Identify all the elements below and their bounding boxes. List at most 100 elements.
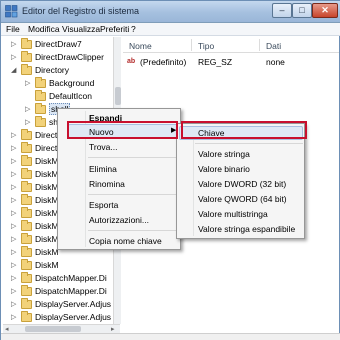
folder-icon — [21, 51, 32, 62]
tree-item-label: DiskM — [35, 195, 59, 205]
tree-item[interactable]: DefaultIcon — [3, 90, 119, 103]
expand-arrow-icon[interactable]: ▷ — [11, 170, 19, 179]
submenu-item-valore-qword[interactable]: Valore QWORD (64 bit) — [198, 194, 287, 204]
folder-icon — [21, 285, 32, 296]
folder-icon — [21, 272, 32, 283]
column-separator[interactable] — [191, 39, 192, 51]
expand-arrow-icon[interactable]: ▷ — [11, 209, 19, 218]
folder-icon — [21, 38, 32, 49]
folder-icon — [35, 77, 46, 88]
expand-arrow-icon[interactable]: ▷ — [11, 131, 19, 140]
tree-item-label: DiskM — [35, 182, 59, 192]
tree-item-label: DiskM — [35, 208, 59, 218]
submenu-nuovo: Chiave Valore stringa Valore binario Val… — [176, 123, 305, 239]
menu-modifica[interactable]: Modifica — [28, 24, 60, 34]
menu-file[interactable]: File — [6, 24, 20, 34]
expand-arrow-icon[interactable]: ◢ — [11, 66, 19, 75]
tree-item-label: DiskM — [35, 234, 59, 244]
tree-item[interactable]: ▷ DispatchMapper.Di — [3, 285, 119, 298]
menu-help[interactable]: ? — [131, 24, 136, 34]
folder-icon — [21, 246, 32, 257]
menu-item-esporta[interactable]: Esporta — [89, 200, 118, 210]
folder-icon — [35, 103, 46, 114]
expand-arrow-icon[interactable]: ▷ — [11, 261, 19, 270]
expand-arrow-icon[interactable]: ▷ — [11, 235, 19, 244]
submenu-item-valore-binario[interactable]: Valore binario — [198, 164, 250, 174]
tree-horizontal-scrollbar[interactable]: ◂ ▸ — [3, 324, 120, 333]
folder-icon — [35, 116, 46, 127]
menu-separator — [195, 143, 303, 144]
expand-arrow-icon[interactable]: ▷ — [11, 183, 19, 192]
tree-hscroll-thumb[interactable] — [25, 326, 81, 332]
minimize-button[interactable]: – — [272, 3, 292, 18]
close-button[interactable]: ✕ — [312, 3, 338, 18]
expand-arrow-icon[interactable]: ▷ — [11, 287, 19, 296]
column-dati[interactable]: Dati — [266, 41, 281, 51]
tree-item-label: Background — [49, 78, 95, 88]
menu-item-elimina[interactable]: Elimina — [89, 164, 117, 174]
expand-arrow-icon[interactable]: ▷ — [11, 144, 19, 153]
folder-icon — [21, 259, 32, 270]
value-data: none — [266, 57, 285, 67]
expand-arrow-icon[interactable]: ▷ — [11, 196, 19, 205]
expand-arrow-icon[interactable]: ▷ — [11, 274, 19, 283]
tree-scroll-thumb[interactable] — [115, 87, 121, 105]
expand-arrow-icon[interactable]: ▷ — [25, 118, 33, 127]
tree-item-label: DiskM — [35, 169, 59, 179]
column-tipo[interactable]: Tipo — [198, 41, 214, 51]
menu-visualizza[interactable]: Visualizza — [62, 24, 100, 34]
menu-item-copia-nome-chiave[interactable]: Copia nome chiave — [89, 236, 162, 246]
table-row[interactable]: ab (Predefinito) REG_SZ none — [123, 55, 339, 69]
menu-item-rinomina[interactable]: Rinomina — [89, 179, 125, 189]
list-header: Nome Tipo Dati — [123, 37, 339, 53]
folder-icon — [21, 64, 32, 75]
tree-item-label: DispatchMapper.Di — [35, 273, 107, 283]
submenu-item-valore-stringa[interactable]: Valore stringa — [198, 149, 250, 159]
value-name: (Predefinito) — [140, 57, 187, 67]
tree-item[interactable]: ◢ Directory — [3, 64, 119, 77]
highlight-annotation-nuovo — [67, 121, 178, 139]
tree-item-label: DiskM — [35, 221, 59, 231]
tree-item-label: DirectDrawClipper — [35, 52, 104, 62]
column-nome[interactable]: Nome — [129, 41, 152, 51]
folder-icon — [21, 181, 32, 192]
tree-item[interactable]: ▷ DirectDrawClipper — [3, 51, 119, 64]
tree-item[interactable]: ▷ DisplayServer.Adjus — [3, 298, 119, 311]
tree-item[interactable]: ▷ DisplayServer.Adjus — [3, 311, 119, 324]
expand-arrow-icon[interactable]: ▷ — [11, 40, 19, 49]
menu-bar: File Modifica Visualizza Preferiti ? — [1, 23, 340, 36]
column-separator[interactable] — [259, 39, 260, 51]
submenu-item-valore-stringa-espandibile[interactable]: Valore stringa espandibile — [198, 224, 295, 234]
expand-arrow-icon[interactable]: ▷ — [25, 105, 33, 114]
expand-arrow-icon[interactable]: ▷ — [11, 300, 19, 309]
menu-preferiti[interactable]: Preferiti — [100, 24, 129, 34]
tree-item[interactable]: ▷ Background — [3, 77, 119, 90]
expand-arrow-icon[interactable]: ▷ — [11, 222, 19, 231]
folder-icon — [21, 194, 32, 205]
maximize-button[interactable]: □ — [292, 3, 312, 18]
expand-arrow-icon[interactable]: ▷ — [11, 248, 19, 257]
expand-arrow-icon[interactable]: ▷ — [11, 53, 19, 62]
tree-item-label: Directory — [35, 65, 70, 75]
highlight-annotation-chiave — [181, 121, 307, 139]
submenu-item-valore-dword[interactable]: Valore DWORD (32 bit) — [198, 179, 286, 189]
menu-item-autorizzazioni[interactable]: Autorizzazioni... — [89, 215, 149, 225]
status-bar — [1, 333, 340, 340]
tree-item[interactable]: ▷ DispatchMapper.Di — [3, 272, 119, 285]
tree-item[interactable]: ▷ DirectDraw7 — [3, 38, 119, 51]
folder-icon — [21, 155, 32, 166]
menu-separator — [88, 194, 178, 195]
folder-icon — [35, 90, 46, 101]
folder-icon — [21, 220, 32, 231]
tree-item-label: DiskM — [35, 247, 59, 257]
tree-item-label: DefaultIcon — [49, 91, 92, 101]
menu-item-trova[interactable]: Trova... — [89, 142, 118, 152]
tree-item[interactable]: ▷ DiskM — [3, 259, 119, 272]
folder-icon — [21, 168, 32, 179]
expand-arrow-icon[interactable]: ▷ — [25, 79, 33, 88]
expand-arrow-icon[interactable]: ▷ — [11, 157, 19, 166]
submenu-item-valore-multistringa[interactable]: Valore multistringa — [198, 209, 268, 219]
expand-arrow-icon[interactable]: ▷ — [11, 313, 19, 322]
tree-item-label: DisplayServer.Adjus — [35, 299, 112, 309]
folder-icon — [21, 298, 32, 309]
